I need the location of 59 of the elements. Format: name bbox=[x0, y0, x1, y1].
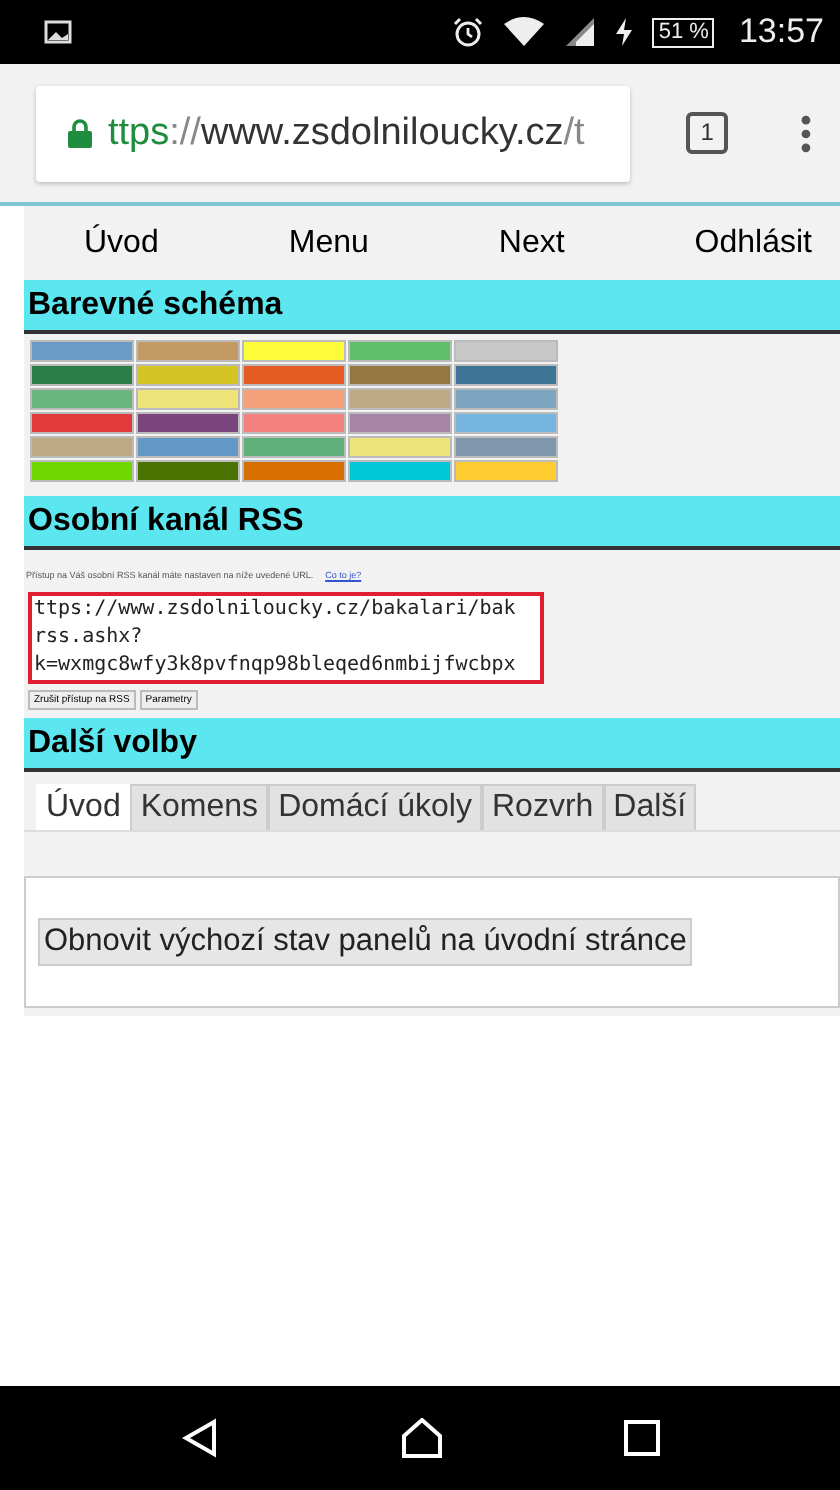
color-swatch[interactable] bbox=[242, 436, 346, 458]
nav-link[interactable]: Next bbox=[498, 225, 565, 261]
color-swatch[interactable] bbox=[454, 340, 558, 362]
tab[interactable]: Rozvrh bbox=[481, 784, 604, 830]
color-swatch[interactable] bbox=[136, 412, 240, 434]
color-swatch[interactable] bbox=[136, 388, 240, 410]
color-swatch[interactable] bbox=[136, 364, 240, 386]
recents-icon[interactable] bbox=[624, 1420, 660, 1456]
signal-icon bbox=[564, 16, 597, 48]
color-swatch[interactable] bbox=[348, 460, 452, 482]
tab[interactable]: Další bbox=[603, 784, 697, 830]
nav-link[interactable]: Odhlásit bbox=[694, 225, 812, 261]
menu-icon[interactable] bbox=[800, 113, 812, 153]
color-swatch[interactable] bbox=[136, 460, 240, 482]
battery-indicator: 51 % bbox=[652, 17, 715, 47]
tab-switcher[interactable]: 1 bbox=[686, 112, 729, 154]
color-swatch[interactable] bbox=[242, 412, 346, 434]
color-swatch[interactable] bbox=[454, 412, 558, 434]
reset-panels-button[interactable]: Obnovit výchozí stav panelů na úvodní stránce bbox=[38, 918, 693, 966]
tab[interactable]: Komens bbox=[130, 784, 269, 830]
charging-icon bbox=[616, 18, 633, 46]
color-swatch[interactable] bbox=[30, 436, 134, 458]
section-header: Další volby bbox=[24, 718, 840, 772]
color-swatch[interactable] bbox=[348, 412, 452, 434]
color-swatch[interactable] bbox=[30, 412, 134, 434]
tab[interactable]: Úvod bbox=[36, 784, 131, 830]
color-swatch[interactable] bbox=[348, 340, 452, 362]
color-swatch[interactable] bbox=[30, 460, 134, 482]
url-text: ttps://www.zsdolniloucky.cz/t bbox=[108, 111, 585, 155]
color-swatch[interactable] bbox=[136, 340, 240, 362]
color-swatch[interactable] bbox=[30, 388, 134, 410]
alarm-icon bbox=[452, 16, 485, 48]
section-header: Osobní kanál RSS bbox=[24, 496, 840, 550]
section-header: Barevné schéma bbox=[24, 280, 840, 334]
lock-icon bbox=[68, 118, 92, 148]
color-swatch[interactable] bbox=[242, 388, 346, 410]
color-swatch[interactable] bbox=[30, 340, 134, 362]
color-swatch[interactable] bbox=[242, 460, 346, 482]
color-swatch[interactable] bbox=[136, 436, 240, 458]
wifi-icon bbox=[504, 16, 545, 48]
rss-url-field[interactable]: ttps://www.zsdolniloucky.cz/bakalari/bak rss.ashx? k=wxmgc8wfy3k8pvfnqp98bleqed6nmbijfwcbpx bbox=[28, 592, 544, 684]
address-bar[interactable]: ttps://www.zsdolniloucky.cz/t bbox=[36, 85, 631, 181]
color-swatch[interactable] bbox=[242, 340, 346, 362]
nav-link[interactable]: Úvod bbox=[84, 225, 159, 261]
color-swatch[interactable] bbox=[454, 364, 558, 386]
color-swatch[interactable] bbox=[454, 436, 558, 458]
home-icon[interactable] bbox=[400, 1418, 444, 1458]
color-swatch[interactable] bbox=[242, 364, 346, 386]
color-swatch[interactable] bbox=[454, 388, 558, 410]
color-swatch[interactable] bbox=[454, 460, 558, 482]
color-swatch[interactable] bbox=[30, 364, 134, 386]
color-swatch[interactable] bbox=[348, 436, 452, 458]
color-swatch[interactable] bbox=[348, 388, 452, 410]
image-icon bbox=[44, 20, 72, 44]
tab[interactable]: Domácí úkoly bbox=[268, 784, 482, 830]
nav-link[interactable]: Menu bbox=[288, 225, 369, 261]
clock: 13:57 bbox=[738, 12, 824, 52]
color-swatch[interactable] bbox=[348, 364, 452, 386]
back-icon[interactable] bbox=[180, 1418, 220, 1458]
